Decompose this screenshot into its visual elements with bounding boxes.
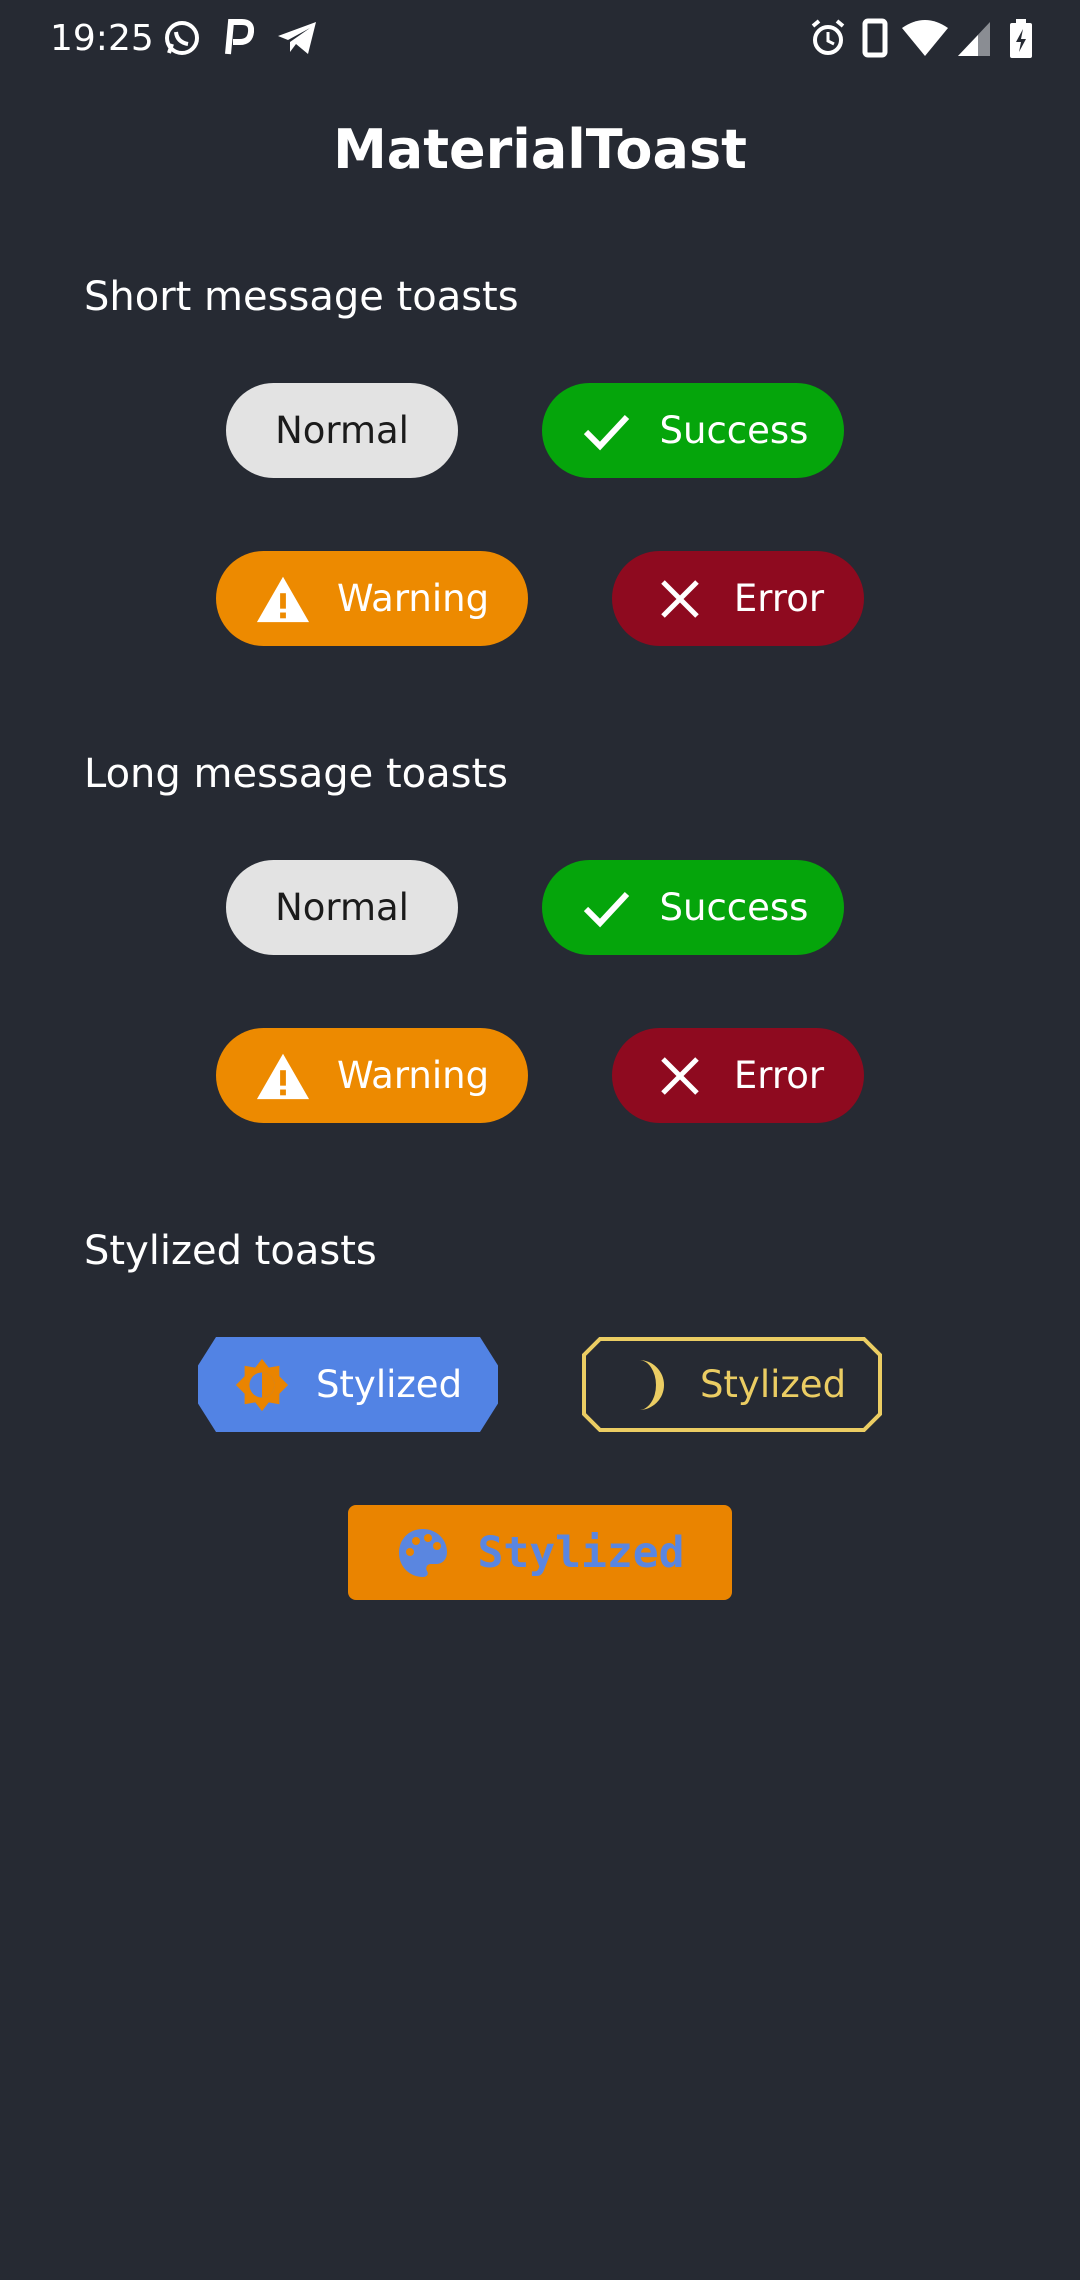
warning-icon <box>255 1048 311 1104</box>
brightness-icon <box>234 1357 290 1413</box>
whatsapp-icon <box>165 21 199 55</box>
toast-label: Error <box>733 577 825 620</box>
stylized-palette-toast-button[interactable]: Stylized <box>348 1505 732 1600</box>
long-warning-toast-button[interactable]: Warning <box>216 1028 528 1123</box>
toast-label: Warning <box>336 1054 490 1097</box>
alarm-icon <box>811 19 845 55</box>
toast-label: Normal <box>275 886 409 929</box>
close-icon <box>652 571 708 627</box>
status-bar: 19:25 <box>0 0 1080 80</box>
check-icon <box>578 403 634 459</box>
stylized-moon-toast-button[interactable]: Stylized <box>582 1337 882 1432</box>
section-heading-short: Short message toasts <box>84 274 519 320</box>
app-title: MaterialToast <box>333 118 747 181</box>
toast-label: Stylized <box>699 1363 847 1406</box>
long-success-toast-button[interactable]: Success <box>542 860 844 955</box>
p-icon <box>225 19 254 55</box>
phone-icon <box>862 18 888 58</box>
toast-label: Warning <box>336 577 490 620</box>
palette-icon <box>395 1525 451 1581</box>
short-normal-toast-button[interactable]: Normal <box>226 383 458 478</box>
telegram-icon <box>278 22 316 54</box>
status-time: 19:25 <box>50 18 154 59</box>
short-success-toast-button[interactable]: Success <box>542 383 844 478</box>
short-error-toast-button[interactable]: Error <box>612 551 864 646</box>
long-error-toast-button[interactable]: Error <box>612 1028 864 1123</box>
signal-icon <box>958 22 990 56</box>
battery-icon <box>1010 19 1032 58</box>
close-icon <box>652 1048 708 1104</box>
section-heading-stylized: Stylized toasts <box>84 1228 377 1274</box>
toast-label: Success <box>659 886 809 929</box>
check-icon <box>578 880 634 936</box>
short-warning-toast-button[interactable]: Warning <box>216 551 528 646</box>
wifi-icon <box>902 20 948 56</box>
toast-label: Normal <box>275 409 409 452</box>
stylized-sun-toast-button[interactable]: Stylized <box>198 1337 498 1432</box>
toast-label: Stylized <box>477 1527 685 1578</box>
warning-icon <box>255 571 311 627</box>
toast-label: Error <box>733 1054 825 1097</box>
moon-icon <box>618 1357 674 1413</box>
section-heading-long: Long message toasts <box>84 751 509 797</box>
toast-label: Stylized <box>315 1363 463 1406</box>
long-normal-toast-button[interactable]: Normal <box>226 860 458 955</box>
toast-label: Success <box>659 409 809 452</box>
